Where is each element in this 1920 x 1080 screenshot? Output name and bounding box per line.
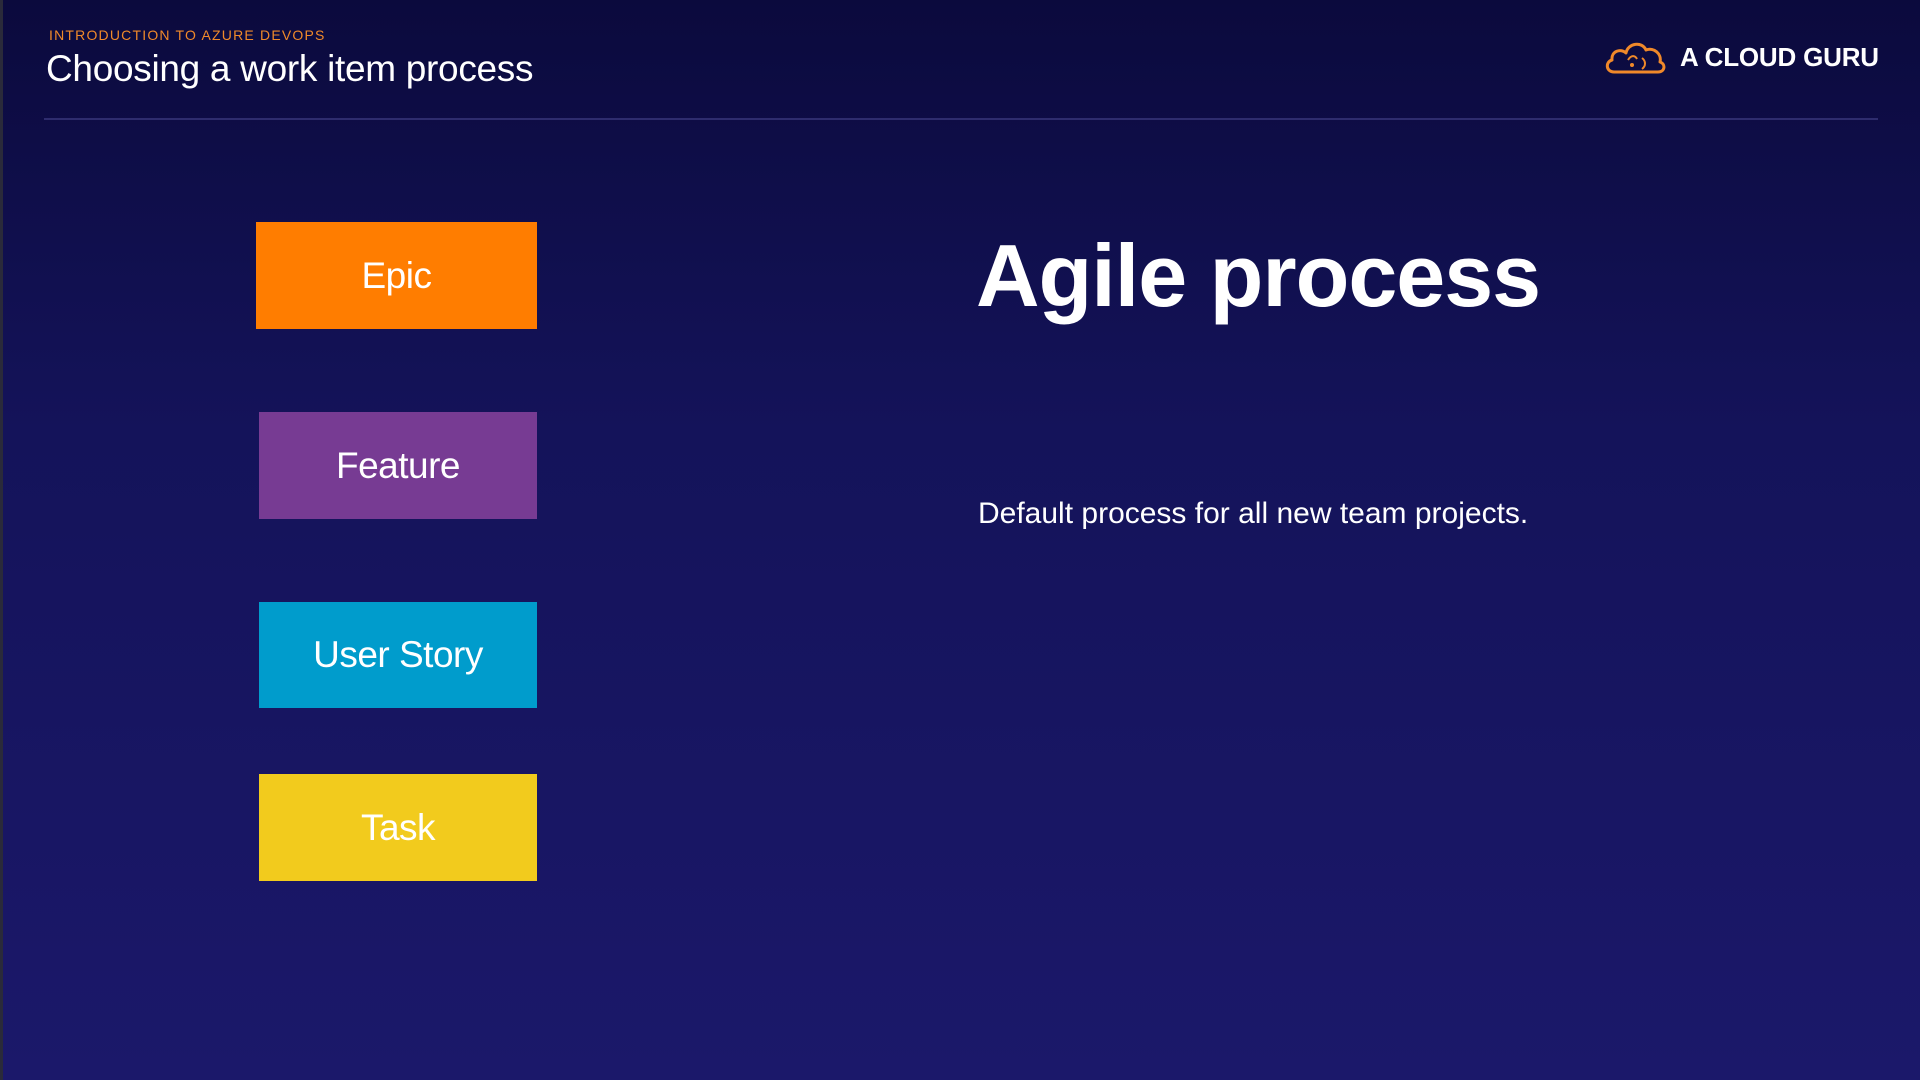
feature-card: Feature bbox=[259, 412, 537, 519]
process-description: Default process for all new team project… bbox=[978, 497, 1529, 530]
user-story-card: User Story bbox=[259, 602, 537, 708]
header-divider bbox=[44, 118, 1878, 120]
task-card: Task bbox=[259, 774, 537, 881]
epic-card: Epic bbox=[256, 222, 537, 329]
process-headline: Agile process bbox=[976, 226, 1541, 325]
brand-name: A CLOUD GURU bbox=[1680, 41, 1879, 72]
left-edge-border bbox=[0, 0, 3, 1080]
slide-title: Choosing a work item process bbox=[46, 48, 534, 89]
brand-logo: A CLOUD GURU bbox=[1602, 36, 1879, 78]
epic-label: Epic bbox=[361, 254, 432, 296]
cloud-icon bbox=[1602, 36, 1668, 78]
course-label: INTRODUCTION TO AZURE DEVOPS bbox=[49, 27, 326, 43]
user-story-label: User Story bbox=[313, 634, 483, 675]
task-label: Task bbox=[360, 806, 436, 848]
feature-label: Feature bbox=[335, 444, 461, 486]
